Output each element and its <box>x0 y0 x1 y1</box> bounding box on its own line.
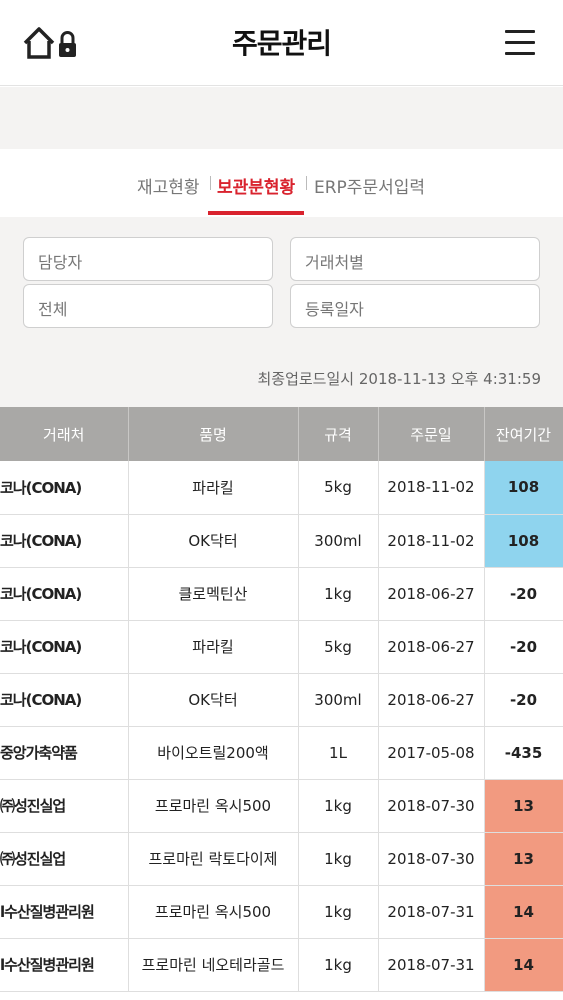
spec-cell: 5kg <box>298 461 379 515</box>
remaining-cell: 13 <box>484 779 563 833</box>
spec-cell: 300ml <box>298 514 379 568</box>
order-date-cell: 2018-07-31 <box>378 885 485 939</box>
product-cell: 프로마린 옥시500 <box>128 779 299 833</box>
remaining-cell: -20 <box>484 673 563 727</box>
spec-cell: 1kg <box>298 938 379 992</box>
tab-inventory[interactable]: 재고현황 <box>137 173 200 198</box>
active-tab-indicator <box>208 211 304 215</box>
product-cell: 파라킬 <box>128 461 299 515</box>
product-cell: 바이오트릴200액 <box>128 726 299 780</box>
filter-panel: 담당자 거래처별 전체 등록일자 최종업로드일시 2018-11-13 오후 4… <box>0 217 563 407</box>
product-cell: OK닥터 <box>128 673 299 727</box>
table-row[interactable]: ㈜성진실업 프로마린 락토다이제 1kg 2018-07-30 13 <box>0 832 563 886</box>
manager-select[interactable]: 담당자 <box>23 237 273 281</box>
header-spacer <box>0 87 563 149</box>
header-spec[interactable]: 규격 <box>298 407 379 461</box>
header-product[interactable]: 품명 <box>128 407 299 461</box>
tab-divider <box>306 176 307 190</box>
client-cell: 코나(CONA) <box>0 673 129 727</box>
remaining-cell: 108 <box>484 514 563 568</box>
client-select[interactable]: 거래처별 <box>290 237 540 281</box>
table-row[interactable]: 코나(CONA) 파라킬 5kg 2018-06-27 -20 <box>0 620 563 674</box>
order-date-cell: 2018-07-30 <box>378 832 485 886</box>
remaining-cell: -435 <box>484 726 563 780</box>
table-row[interactable]: 중앙가축약품 바이오트릴200액 1L 2017-05-08 -435 <box>0 726 563 780</box>
order-date-cell: 2018-06-27 <box>378 673 485 727</box>
table-header-row: 거래처 품명 규격 주문일 잔여기간 <box>0 407 563 461</box>
tab-erp-order[interactable]: ERP주문서입력 <box>314 173 425 198</box>
order-date-cell: 2018-11-02 <box>378 461 485 515</box>
remaining-cell: -20 <box>484 620 563 674</box>
remaining-cell: 108 <box>484 461 563 515</box>
spec-cell: 5kg <box>298 620 379 674</box>
header-remaining[interactable]: 잔여기간 <box>484 407 563 461</box>
page-title: 주문관리 <box>231 27 332 60</box>
order-date-cell: 2018-11-02 <box>378 514 485 568</box>
product-cell: 프로마린 옥시500 <box>128 885 299 939</box>
hamburger-menu-icon[interactable] <box>505 30 535 56</box>
client-cell: l수산질병관리원 <box>0 885 129 939</box>
client-cell: l수산질병관리원 <box>0 938 129 992</box>
last-upload-time: 최종업로드일시 2018-11-13 오후 4:31:59 <box>257 370 541 388</box>
client-cell: 중앙가축약품 <box>0 726 129 780</box>
spec-cell: 1kg <box>298 779 379 833</box>
client-cell: 코나(CONA) <box>0 567 129 621</box>
regdate-field[interactable]: 등록일자 <box>290 284 540 328</box>
header-client[interactable]: 거래처 <box>0 407 129 461</box>
product-cell: 프로마린 네오테라골드 <box>128 938 299 992</box>
spec-cell: 300ml <box>298 673 379 727</box>
order-date-cell: 2018-07-31 <box>378 938 485 992</box>
remaining-cell: -20 <box>484 567 563 621</box>
spec-cell: 1kg <box>298 885 379 939</box>
table-row[interactable]: l수산질병관리원 프로마린 네오테라골드 1kg 2018-07-31 14 <box>0 938 563 992</box>
client-cell: ㈜성진실업 <box>0 832 129 886</box>
product-cell: 클로멕틴산 <box>128 567 299 621</box>
spec-cell: 1L <box>298 726 379 780</box>
order-date-cell: 2018-06-27 <box>378 620 485 674</box>
product-cell: 프로마린 락토다이제 <box>128 832 299 886</box>
client-cell: ㈜성진실업 <box>0 779 129 833</box>
client-cell: 코나(CONA) <box>0 461 129 515</box>
remaining-cell: 14 <box>484 885 563 939</box>
storage-table: 거래처 품명 규격 주문일 잔여기간 코나(CONA) 파라킬 5kg 2018-11… <box>0 407 563 992</box>
table-row[interactable]: l수산질병관리원 프로마린 옥시500 1kg 2018-07-31 14 <box>0 885 563 939</box>
order-date-cell: 2017-05-08 <box>378 726 485 780</box>
client-cell: 코나(CONA) <box>0 514 129 568</box>
table-row[interactable]: 코나(CONA) OK닥터 300ml 2018-06-27 -20 <box>0 673 563 727</box>
product-cell: 파라킬 <box>128 620 299 674</box>
order-date-cell: 2018-07-30 <box>378 779 485 833</box>
order-date-cell: 2018-06-27 <box>378 567 485 621</box>
product-cell: OK닥터 <box>128 514 299 568</box>
app-header: 주문관리 <box>0 0 563 86</box>
spec-cell: 1kg <box>298 832 379 886</box>
scope-select[interactable]: 전체 <box>23 284 273 328</box>
header-order-date[interactable]: 주문일 <box>378 407 485 461</box>
table-row[interactable]: 코나(CONA) 클로멕틴산 1kg 2018-06-27 -20 <box>0 567 563 621</box>
table-row[interactable]: ㈜성진실업 프로마린 옥시500 1kg 2018-07-30 13 <box>0 779 563 833</box>
tab-bar: 재고현황 보관분현황 ERP주문서입력 <box>0 149 563 217</box>
tab-divider <box>210 176 211 190</box>
tab-storage[interactable]: 보관분현황 <box>217 173 295 198</box>
table-row[interactable]: 코나(CONA) 파라킬 5kg 2018-11-02 108 <box>0 461 563 515</box>
spec-cell: 1kg <box>298 567 379 621</box>
table-row[interactable]: 코나(CONA) OK닥터 300ml 2018-11-02 108 <box>0 514 563 568</box>
remaining-cell: 13 <box>484 832 563 886</box>
remaining-cell: 14 <box>484 938 563 992</box>
client-cell: 코나(CONA) <box>0 620 129 674</box>
